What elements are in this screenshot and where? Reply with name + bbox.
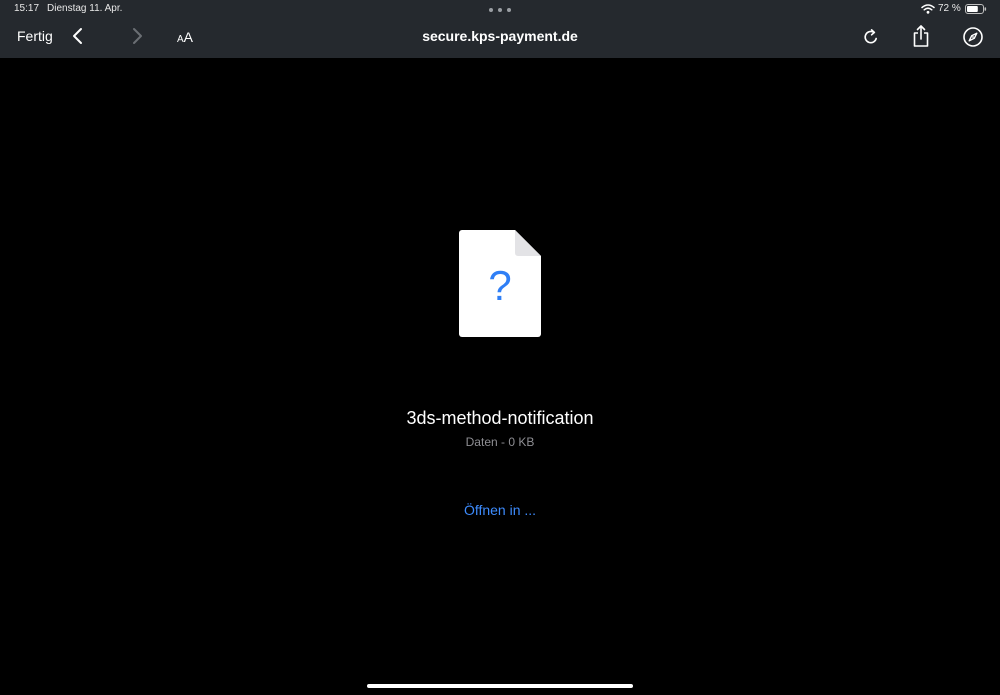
open-in-button[interactable]: Öffnen in ... — [400, 502, 600, 518]
wifi-icon — [921, 4, 935, 14]
battery-icon — [965, 4, 987, 14]
done-button[interactable]: Fertig — [17, 28, 53, 44]
multitasking-dots-icon[interactable] — [489, 8, 511, 13]
chevron-right-icon[interactable] — [130, 27, 144, 45]
chevron-left-icon[interactable] — [71, 27, 85, 45]
url-title[interactable]: secure.kps-payment.de — [350, 28, 650, 44]
status-date: Dienstag 11. Apr. — [47, 3, 123, 14]
text-size-button[interactable]: AA — [177, 29, 193, 48]
file-name: 3ds-method-notification — [406, 408, 594, 428]
reload-icon[interactable] — [862, 28, 880, 46]
question-mark-glyph: ? — [488, 262, 511, 309]
share-icon[interactable] — [911, 24, 931, 48]
browser-top-bar: 15:17 Dienstag 11. Apr. 72 % Fertig AA s… — [0, 0, 1000, 58]
screen: 15:17 Dienstag 11. Apr. 72 % Fertig AA s… — [0, 0, 1000, 695]
compass-icon[interactable] — [962, 26, 984, 48]
file-info: Daten - 0 KB — [465, 435, 535, 449]
battery-percentage: 72 % — [938, 3, 961, 14]
home-indicator[interactable] — [367, 684, 633, 688]
unknown-file-icon: ? — [459, 230, 541, 337]
status-time: 15:17 — [14, 3, 40, 14]
text-size-small-label: A — [177, 34, 184, 45]
text-size-large-label: A — [183, 29, 194, 45]
